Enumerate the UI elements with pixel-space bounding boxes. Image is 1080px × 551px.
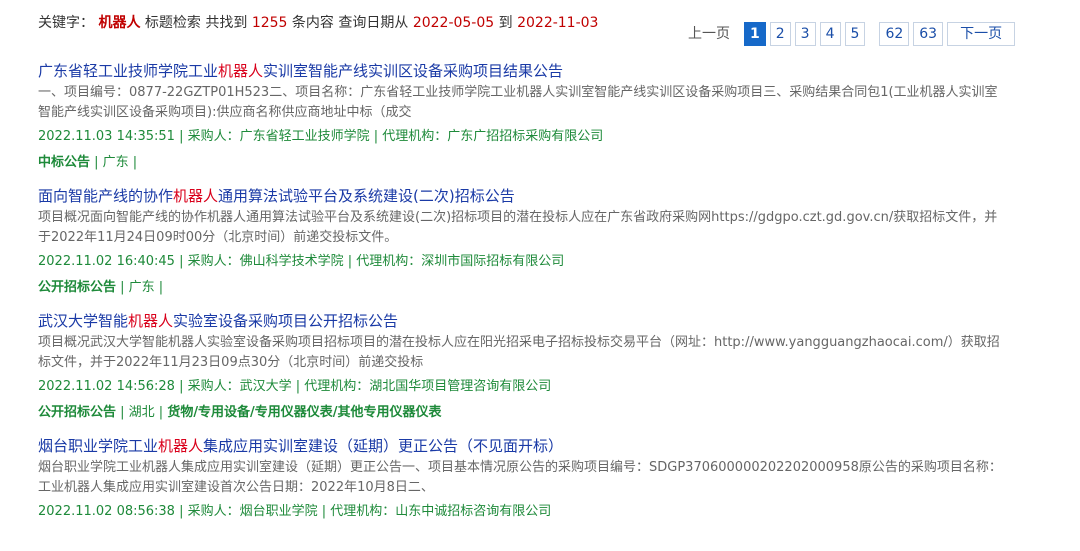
result-item: 武汉大学智能机器人实验室设备采购项目公开招标公告 项目概况武汉大学智能机器人实验…: [38, 310, 1008, 423]
summary-date-to-label: 到: [498, 15, 513, 31]
result-title-post: 通用算法试验平台及系统建设(二次)招标公告: [218, 187, 515, 205]
result-tag-type[interactable]: 公开招标公告: [38, 405, 116, 420]
result-title-link[interactable]: 武汉大学智能机器人实验室设备采购项目公开招标公告: [38, 310, 1008, 332]
page-3-link[interactable]: 3: [794, 22, 816, 46]
summary-mode: 标题检索 共找到: [144, 15, 248, 31]
page-63-link[interactable]: 63: [913, 22, 944, 46]
search-results-page: 关键字： 机器人 标题检索 共找到 1255 条内容 查询日期从 2022-05…: [0, 0, 1080, 551]
result-meta: 2022.11.03 14:35:51 | 采购人：广东省轻工业技师学院 | 代…: [38, 129, 604, 144]
result-title-post: 实训室智能产线实训区设备采购项目结果公告: [263, 62, 564, 80]
result-title-post: 实验室设备采购项目公开招标公告: [173, 312, 399, 330]
results-list: 广东省轻工业技师学院工业机器人实训室智能产线实训区设备采购项目结果公告 一、项目…: [38, 60, 1008, 534]
result-tag-region[interactable]: | 广东 |: [116, 280, 163, 295]
page-4-link[interactable]: 4: [819, 22, 841, 46]
result-title-keyword: 机器人: [158, 437, 204, 455]
result-title-keyword: 机器人: [173, 187, 219, 205]
result-tags: 公开招标公告 | 广东 |: [38, 278, 1008, 298]
result-tags: 公开招标公告 | 湖北 | 货物/专用设备/专用仪器仪表/其他专用仪器仪表: [38, 403, 1008, 423]
page-62-link[interactable]: 62: [879, 22, 910, 46]
result-description: 项目概况武汉大学智能机器人实验室设备采购项目招标项目的潜在投标人应在阳光招采电子…: [38, 335, 1000, 370]
result-title-link[interactable]: 广东省轻工业技师学院工业机器人实训室智能产线实训区设备采购项目结果公告: [38, 60, 1008, 82]
summary-count: 1255: [251, 15, 288, 31]
page-2-link[interactable]: 2: [769, 22, 791, 46]
result-tag-category[interactable]: 货物/专用设备/专用仪器仪表/其他专用仪器仪表: [167, 405, 441, 420]
result-title-keyword: 机器人: [218, 62, 264, 80]
page-1-link[interactable]: 1: [744, 22, 766, 46]
result-title-post: 集成应用实训室建设（延期）更正公告（不见面开标）: [203, 437, 564, 455]
pagination: 上一页 1 2 3 4 5 62 63 下一页: [688, 22, 1016, 46]
result-item: 广东省轻工业技师学院工业机器人实训室智能产线实训区设备采购项目结果公告 一、项目…: [38, 60, 1008, 173]
result-title-pre: 武汉大学智能: [38, 312, 129, 330]
result-meta: 2022.11.02 14:56:28 | 采购人：武汉大学 | 代理机构：湖北…: [38, 379, 552, 394]
result-title-link[interactable]: 面向智能产线的协作机器人通用算法试验平台及系统建设(二次)招标公告: [38, 185, 1008, 207]
summary-date-from: 2022-05-05: [412, 15, 495, 31]
result-item: 烟台职业学院工业机器人集成应用实训室建设（延期）更正公告（不见面开标） 烟台职业…: [38, 435, 1008, 522]
result-item: 面向智能产线的协作机器人通用算法试验平台及系统建设(二次)招标公告 项目概况面向…: [38, 185, 1008, 298]
result-description: 项目概况面向智能产线的协作机器人通用算法试验平台及系统建设(二次)招标项目的潜在…: [38, 210, 998, 245]
summary-date-to: 2022-11-03: [517, 15, 599, 31]
result-title-keyword: 机器人: [128, 312, 174, 330]
result-description: 一、项目编号：0877-22GZTP01H523二、项目名称：广东省轻工业技师学…: [38, 85, 998, 120]
result-title-pre: 面向智能产线的协作: [38, 187, 174, 205]
search-summary: 关键字： 机器人 标题检索 共找到 1255 条内容 查询日期从 2022-05…: [38, 14, 598, 32]
next-page-link[interactable]: 下一页: [947, 22, 1016, 46]
result-meta: 2022.11.02 16:40:45 | 采购人：佛山科学技术学院 | 代理机…: [38, 254, 565, 269]
prev-page-link[interactable]: 上一页: [688, 22, 730, 46]
result-description: 烟台职业学院工业机器人集成应用实训室建设（延期）更正公告一、项目基本情况原公告的…: [38, 460, 1002, 495]
result-title-pre: 烟台职业学院工业: [38, 437, 159, 455]
result-tag-type[interactable]: 中标公告: [38, 155, 90, 170]
summary-keyword: 机器人: [98, 15, 141, 31]
summary-prefix: 关键字：: [38, 15, 94, 31]
result-title-link[interactable]: 烟台职业学院工业机器人集成应用实训室建设（延期）更正公告（不见面开标）: [38, 435, 1008, 457]
result-tag-region[interactable]: | 广东 |: [90, 155, 137, 170]
page-5-link[interactable]: 5: [844, 22, 866, 46]
result-meta: 2022.11.02 08:56:38 | 采购人：烟台职业学院 | 代理机构：…: [38, 504, 552, 519]
result-tag-region[interactable]: | 湖北 |: [116, 405, 167, 420]
summary-count-suffix: 条内容 查询日期从: [291, 15, 409, 31]
result-tag-type[interactable]: 公开招标公告: [38, 280, 116, 295]
result-tags: 中标公告 | 广东 |: [38, 153, 1008, 173]
result-title-pre: 广东省轻工业技师学院工业: [38, 62, 219, 80]
